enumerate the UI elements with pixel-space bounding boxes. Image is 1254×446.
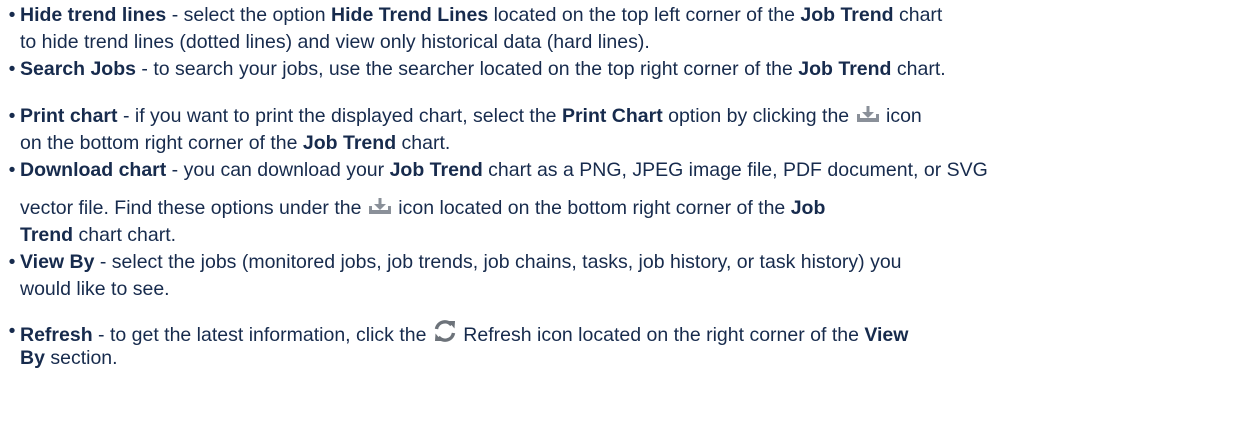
hide-trend-lines-option-name: Hide Trend Lines — [331, 4, 489, 26]
download-chart-text: chart as a PNG, JPEG image file, PDF doc… — [482, 159, 988, 181]
job-trend-chart-name: Job Trend — [302, 132, 397, 154]
refresh-icon — [432, 318, 458, 344]
view-by-section-name: By — [20, 347, 45, 369]
search-jobs-text: - to search your jobs, use the searcher … — [135, 58, 799, 80]
download-chart-text-line-2: vector file. Find these options under th… — [20, 195, 825, 222]
bullet-marker: • — [8, 105, 16, 127]
hide-trend-lines-text: located on the top left corner of the — [488, 4, 801, 26]
print-chart-option-name: Print Chart — [561, 105, 663, 127]
print-chart-title: Print chart — [20, 105, 118, 127]
job-trend-chart-name: Job Trend — [389, 159, 483, 181]
refresh-text: - to get the latest information, click t… — [92, 324, 432, 346]
download-tray-icon — [855, 105, 881, 125]
view-by-text-line-1: View By - select the jobs (monitored job… — [20, 249, 902, 276]
print-chart-text: icon — [880, 105, 922, 127]
download-chart-text: - you can download your — [166, 159, 390, 181]
bullet-marker: • — [8, 159, 16, 181]
download-chart-text-line-1: Download chart - you can download your J… — [20, 157, 988, 184]
hide-trend-lines-text-line-1: Hide trend lines - select the option Hid… — [20, 2, 942, 29]
download-chart-title: Download chart — [20, 159, 167, 181]
refresh-text: section. — [44, 347, 118, 369]
download-chart-text: vector file. Find these options under th… — [20, 197, 367, 219]
job-trend-chart-name: Job — [790, 197, 826, 219]
view-by-section-name: View — [864, 324, 909, 346]
view-by-title: View By — [20, 251, 95, 273]
print-chart-text-line-1: Print chart - if you want to print the d… — [20, 103, 922, 130]
view-by-text: - select the jobs (monitored jobs, job t… — [94, 251, 902, 273]
hide-trend-lines-text: chart — [893, 4, 943, 26]
bullet-marker: • — [8, 251, 16, 273]
hide-trend-lines-title: Hide trend lines — [20, 4, 167, 26]
print-chart-text: chart. — [396, 132, 451, 154]
refresh-text-line-1: Refresh - to get the latest information,… — [20, 318, 908, 349]
hide-trend-lines-text-line-2: to hide trend lines (dotted lines) and v… — [20, 31, 650, 53]
download-chart-text: chart chart. — [73, 224, 177, 246]
download-chart-text: icon located on the bottom right corner … — [392, 197, 791, 219]
refresh-title: Refresh — [20, 324, 93, 346]
search-jobs-text: chart. — [891, 58, 946, 80]
download-chart-text-line-3: Trend chart chart. — [20, 222, 176, 249]
view-by-text-line-2: would like to see. — [20, 278, 170, 300]
bullet-marker: • — [8, 58, 16, 80]
job-trend-chart-name: Job Trend — [798, 58, 892, 80]
search-jobs-text-line-1: Search Jobs - to search your jobs, use t… — [20, 56, 946, 83]
refresh-text-line-2: By section. — [20, 345, 118, 372]
refresh-text: Refresh icon located on the right corner… — [457, 324, 865, 346]
job-trend-chart-name: Job Trend — [800, 4, 894, 26]
print-chart-text: - if you want to print the displayed cha… — [117, 105, 562, 127]
job-trend-chart-name: Trend — [20, 224, 74, 246]
print-chart-text-line-2: on the bottom right corner of the Job Tr… — [20, 130, 450, 157]
bullet-marker: • — [8, 4, 16, 26]
bullet-marker: • — [8, 320, 16, 342]
print-chart-text: on the bottom right corner of the — [20, 132, 303, 154]
help-document: • Hide trend lines - select the option H… — [0, 0, 1254, 446]
search-jobs-title: Search Jobs — [20, 58, 136, 80]
print-chart-text: option by clicking the — [662, 105, 855, 127]
hide-trend-lines-text: - select the option — [166, 4, 332, 26]
download-tray-icon — [367, 197, 393, 217]
